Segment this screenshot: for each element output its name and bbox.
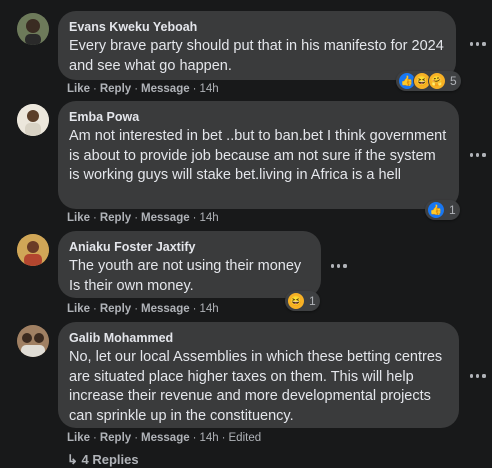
more-options-icon[interactable] [470,39,490,49]
timestamp[interactable]: 14h [199,432,218,444]
like-link[interactable]: Like [67,83,90,95]
message-link[interactable]: Message [141,432,190,444]
avatar[interactable] [17,234,49,266]
comment-bubble: Galib Mohammed No, let our local Assembl… [58,322,459,428]
like-link[interactable]: Like [67,303,90,315]
message-link[interactable]: Message [141,83,190,95]
care-reaction-icon: 🤗 [428,72,446,90]
reply-link[interactable]: Reply [100,303,131,315]
reply-link[interactable]: Reply [100,432,131,444]
edited-label: Edited [228,432,262,444]
reaction-summary[interactable]: 👍 1 [425,200,460,220]
reply-link[interactable]: Reply [100,83,131,95]
more-options-icon[interactable] [470,371,490,381]
comment-bubble: Aniaku Foster Jaxtify The youth are not … [58,231,321,298]
comment-actions: Like · Reply · Message · 14h [67,83,219,95]
reaction-count: 1 [449,203,456,217]
comment-actions: Like · Reply · Message · 14h · Edited [67,432,262,444]
comment-text: No, let our local Assemblies in which th… [69,349,443,424]
comment-actions: Like · Reply · Message · 14h [67,212,219,224]
comment-text: Every brave party should put that in his… [69,38,444,74]
reaction-count: 1 [309,294,316,308]
like-link[interactable]: Like [67,212,90,224]
timestamp[interactable]: 14h [199,303,218,315]
timestamp[interactable]: 14h [199,212,218,224]
avatar[interactable] [17,325,49,357]
like-reaction-icon: 👍 [427,201,445,219]
comment-author[interactable]: Galib Mohammed [69,330,447,346]
comment-author[interactable]: Emba Powa [69,109,447,125]
avatar[interactable] [17,13,49,45]
avatar[interactable] [17,104,49,136]
message-link[interactable]: Message [141,212,190,224]
more-options-icon[interactable] [470,150,490,160]
comment-bubble: Emba Powa Am not interested in bet ..but… [58,101,459,209]
comment-author[interactable]: Evans Kweku Yeboah [69,19,444,35]
view-replies-link[interactable]: ↳ 4 Replies [67,452,139,468]
like-link[interactable]: Like [67,432,90,444]
comment-actions: Like · Reply · Message · 14h [67,303,219,315]
comment-author[interactable]: Aniaku Foster Jaxtify [69,239,309,255]
comment-text: Am not interested in bet ..but to ban.be… [69,128,447,183]
message-link[interactable]: Message [141,303,190,315]
reply-link[interactable]: Reply [100,212,131,224]
reaction-count: 5 [450,74,457,88]
reaction-summary[interactable]: 👍 😆 🤗 5 [396,71,461,91]
haha-reaction-icon: 😆 [287,292,305,310]
reaction-summary[interactable]: 😆 1 [285,291,320,311]
comment-bubble: Evans Kweku Yeboah Every brave party sho… [58,11,456,80]
comment-text: The youth are not using their money Is t… [69,258,302,294]
more-options-icon[interactable] [331,261,351,271]
timestamp[interactable]: 14h [199,83,218,95]
